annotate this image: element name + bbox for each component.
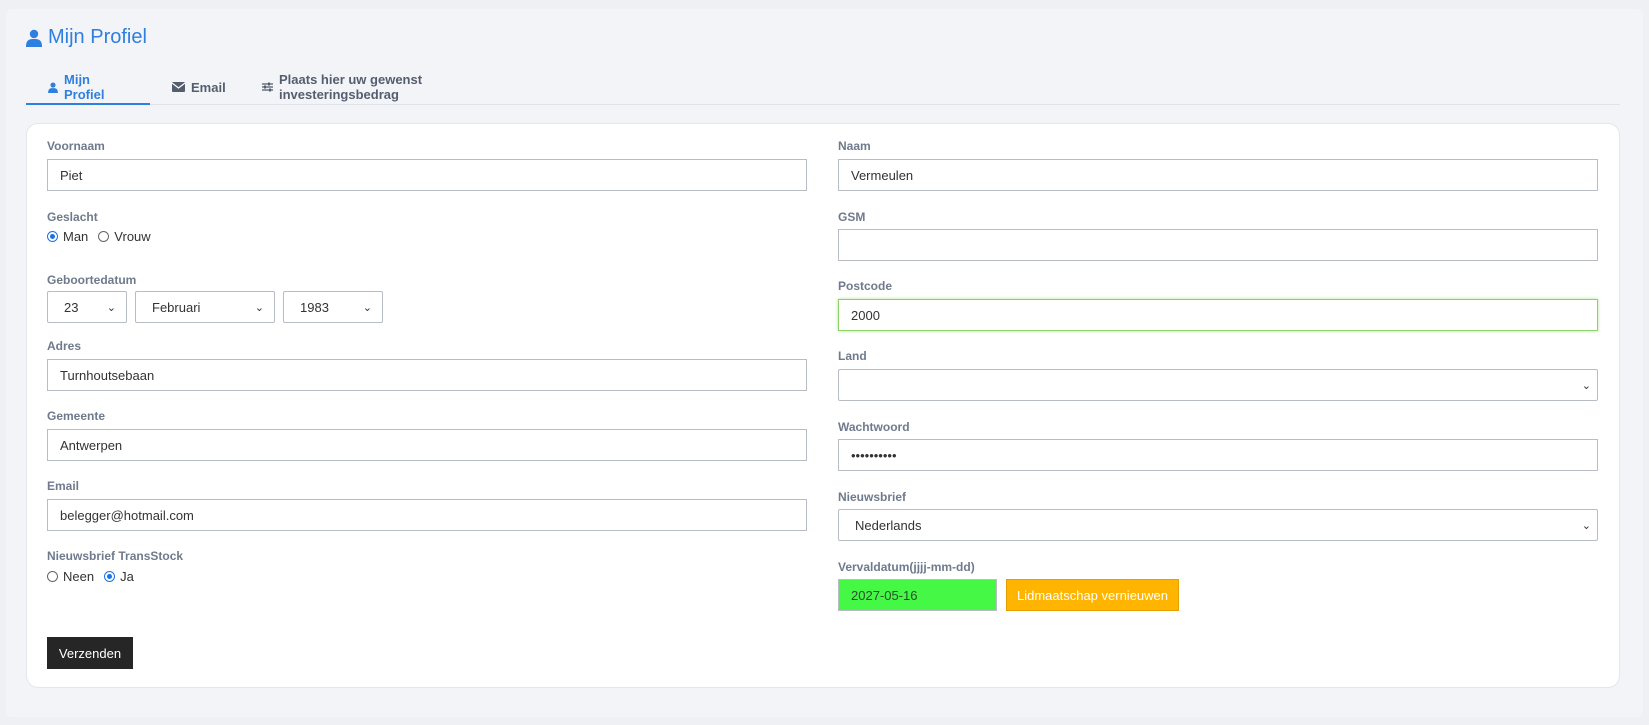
radio-unchecked[interactable]: [98, 231, 110, 242]
gsm-label: GSM: [838, 210, 866, 224]
month-select[interactable]: Februari ⌄: [135, 291, 275, 323]
radio-label: Ja: [120, 569, 134, 584]
naam-label: Naam: [838, 139, 871, 153]
page-title: Mijn Profiel: [26, 26, 147, 49]
email-input[interactable]: [47, 499, 807, 531]
radio-checked[interactable]: [47, 231, 58, 242]
postcode-label: Postcode: [838, 279, 893, 293]
month-value: Februari: [152, 299, 201, 315]
land-select[interactable]: ⌄: [838, 369, 1598, 401]
radio-unchecked[interactable]: [47, 571, 58, 582]
tab-bar: Mijn Profiel Email Plaats hier uw gewens…: [26, 71, 1620, 105]
gsm-input[interactable]: [838, 229, 1598, 261]
land-label: Land: [838, 349, 867, 363]
transstock-option-neen[interactable]: Neen: [47, 569, 94, 584]
voornaam-label: Voornaam: [47, 139, 105, 153]
adres-label: Adres: [47, 339, 82, 353]
radio-checked[interactable]: [104, 571, 116, 582]
nieuwsbrief-transstock-radio-group: Neen Ja: [47, 569, 144, 584]
chevron-down-icon: ⌄: [106, 301, 116, 314]
nieuwsbrief-transstock-label: Nieuwsbrief TransStock: [47, 549, 184, 563]
tab-label: Mijn Profiel: [64, 72, 105, 102]
chevron-down-icon: ⌄: [1581, 379, 1591, 392]
envelope-icon: [172, 82, 185, 92]
postcode-input[interactable]: [838, 299, 1598, 331]
transstock-option-ja[interactable]: Ja: [104, 569, 134, 584]
voornaam-input[interactable]: [47, 159, 807, 191]
year-value: 1983: [300, 299, 329, 315]
gemeente-label: Gemeente: [47, 409, 106, 423]
radio-label: Man: [63, 229, 89, 244]
nieuwsbrief-select[interactable]: Nederlands ⌄: [838, 509, 1598, 541]
nieuwsbrief-value: Nederlands: [855, 517, 922, 533]
vervaldatum-label: Vervaldatum(jjjj-mm-dd): [838, 560, 975, 574]
user-icon: [48, 81, 58, 93]
submit-button[interactable]: Verzenden: [47, 637, 133, 669]
vervaldatum-field: 2027-05-16: [838, 579, 997, 611]
gemeente-input[interactable]: [47, 429, 807, 461]
tab-mijn-profiel[interactable]: Mijn Profiel: [26, 71, 150, 105]
naam-input[interactable]: [838, 159, 1598, 191]
year-select[interactable]: 1983 ⌄: [283, 291, 383, 323]
radio-label: Vrouw: [114, 229, 151, 244]
tab-email[interactable]: Email: [150, 71, 240, 103]
tab-label: Plaats hier uw gewenst investeringsbedra…: [279, 72, 423, 102]
tab-investeringsbedrag[interactable]: Plaats hier uw gewenst investeringsbedra…: [240, 71, 560, 103]
geslacht-option-man[interactable]: Man: [47, 229, 88, 244]
geslacht-radio-group: Man Vrouw: [47, 229, 161, 244]
day-value: 23: [64, 299, 79, 315]
nieuwsbrief-label: Nieuwsbrief: [838, 490, 907, 504]
adres-input[interactable]: [47, 359, 807, 391]
user-icon: [26, 29, 42, 47]
chevron-down-icon: ⌄: [362, 301, 372, 314]
profile-card: Voornaam Geslacht Man Vrouw Geboortedatu…: [26, 123, 1620, 688]
geslacht-option-vrouw[interactable]: Vrouw: [98, 229, 151, 244]
radio-label: Neen: [63, 569, 95, 584]
tab-label: Email: [191, 79, 226, 95]
sliders-icon: [262, 82, 273, 92]
geslacht-label: Geslacht: [47, 210, 98, 224]
renew-membership-button[interactable]: Lidmaatschap vernieuwen: [1006, 579, 1179, 611]
geboortedatum-label: Geboortedatum: [47, 273, 137, 287]
day-select[interactable]: 23 ⌄: [47, 291, 127, 323]
chevron-down-icon: ⌄: [1581, 519, 1591, 532]
page-title-text: Mijn Profiel: [48, 26, 147, 48]
chevron-down-icon: ⌄: [254, 301, 264, 314]
email-label: Email: [47, 479, 80, 493]
wachtwoord-label: Wachtwoord: [838, 420, 910, 434]
wachtwoord-input[interactable]: [838, 439, 1598, 471]
